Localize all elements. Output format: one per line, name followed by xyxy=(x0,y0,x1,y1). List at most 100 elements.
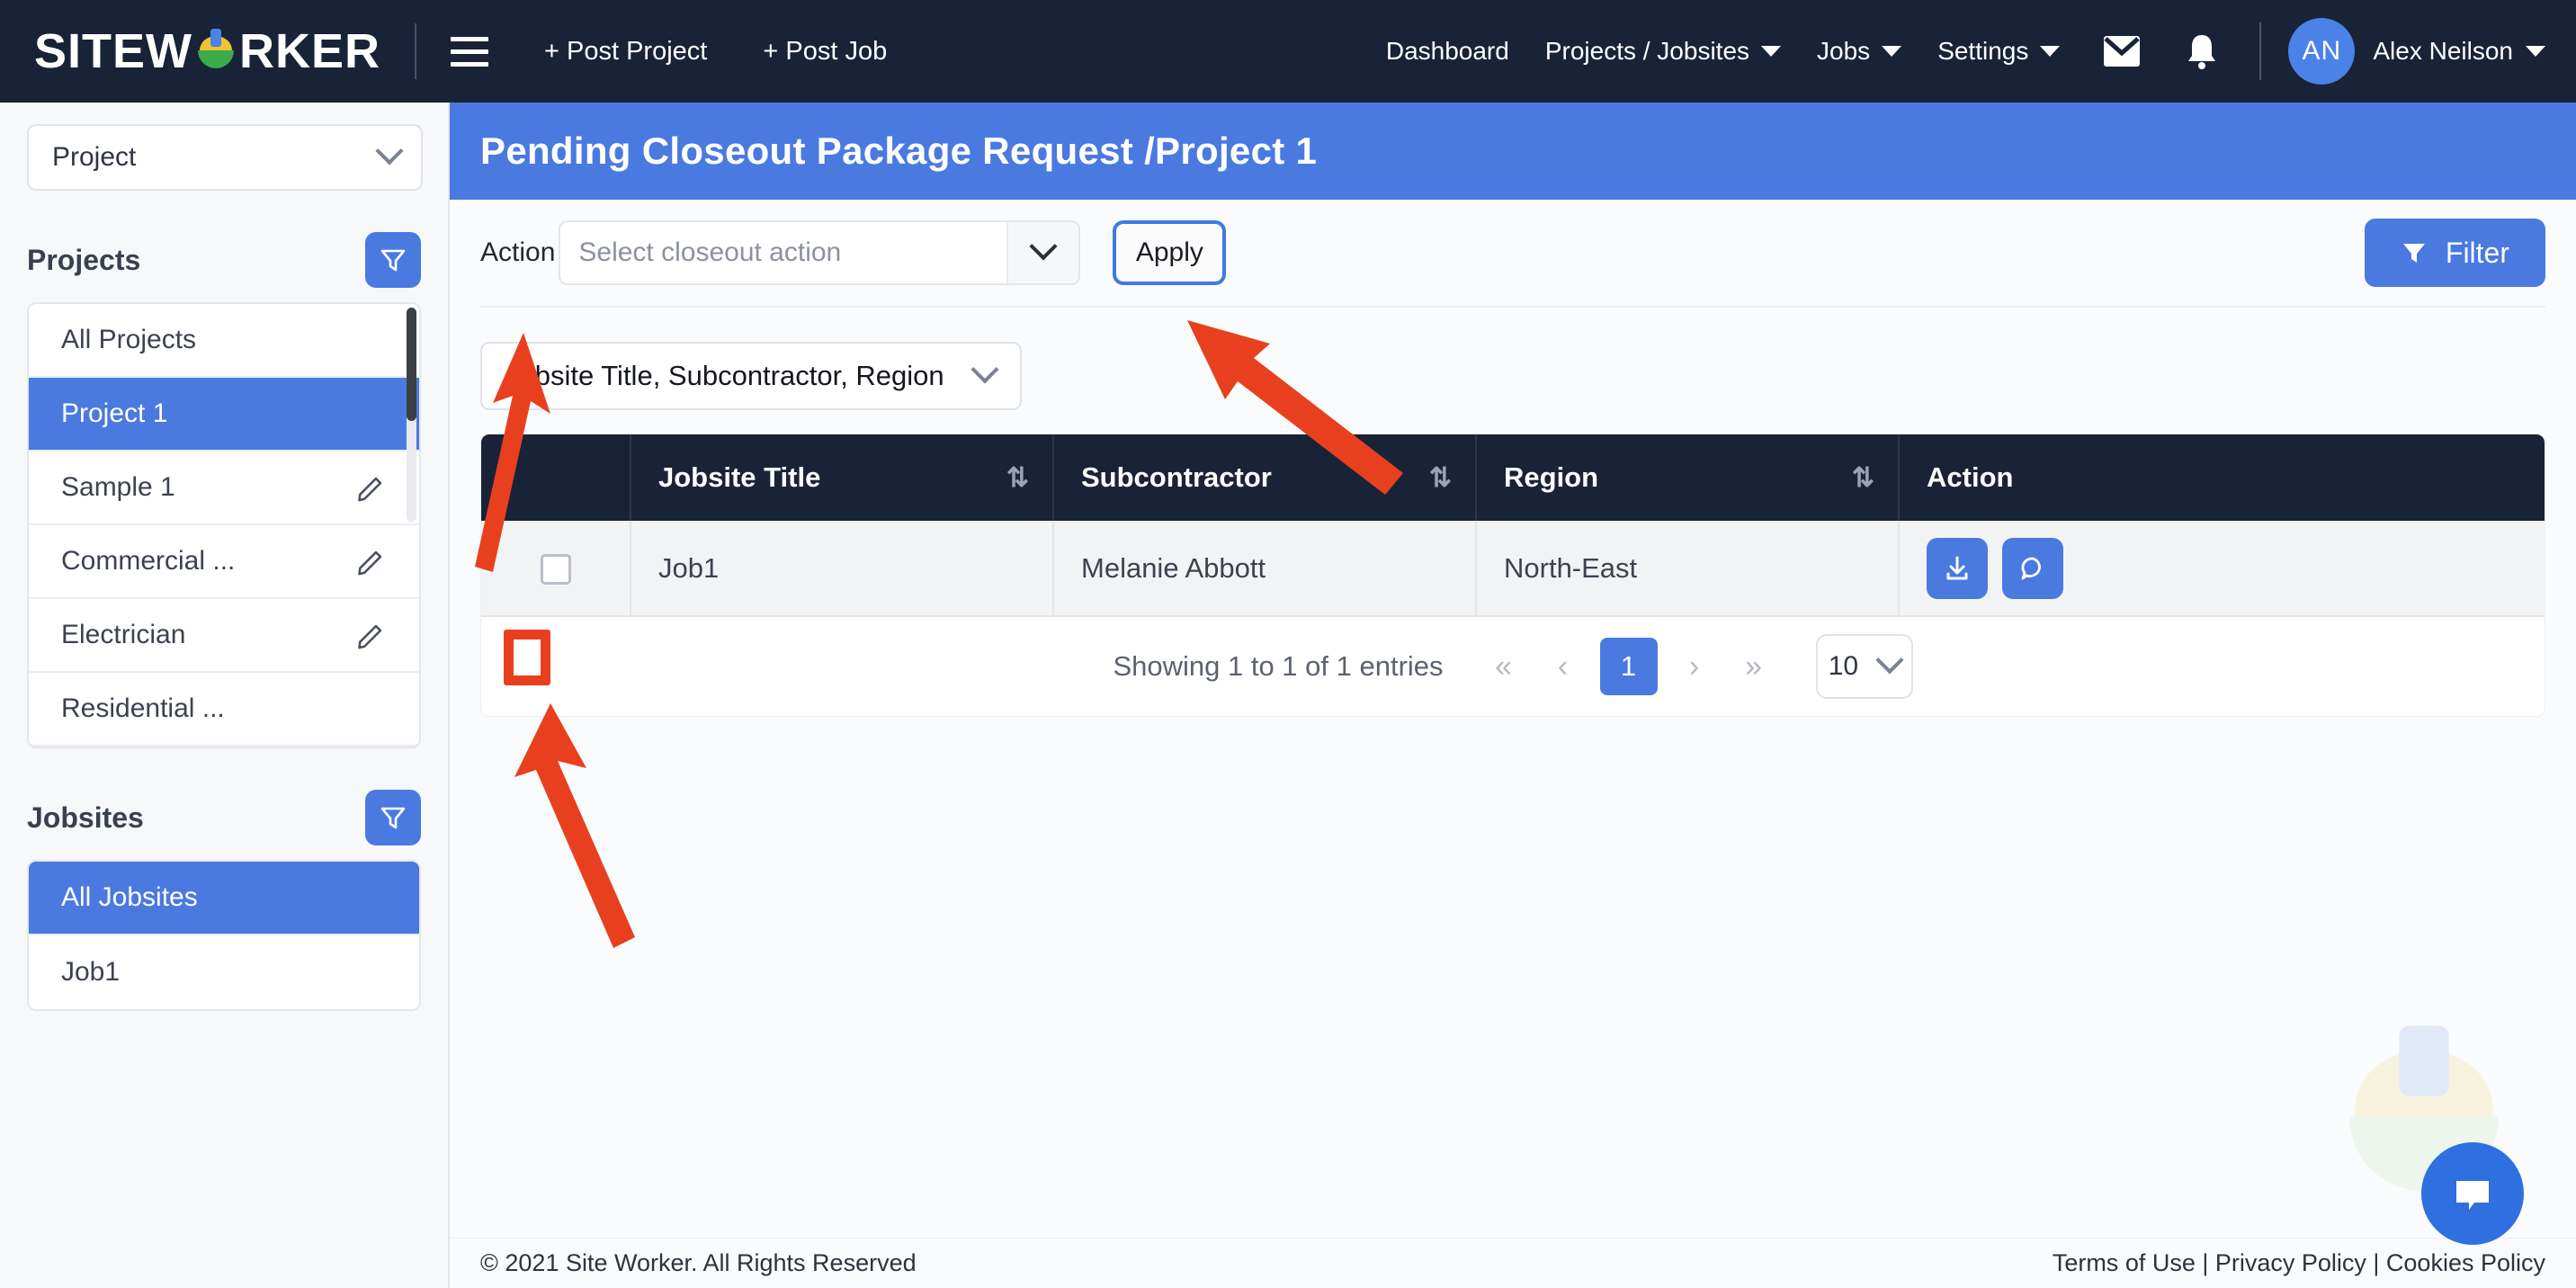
project-label: Commercial ... xyxy=(61,546,236,576)
chevron-down-icon xyxy=(375,137,404,165)
pagination-bar: Showing 1 to 1 of 1 entries « ‹ 1 › » 10 xyxy=(481,617,2545,716)
table-header-region[interactable]: Region ⇅ xyxy=(1476,434,1900,521)
download-button[interactable] xyxy=(1927,537,1988,599)
project-list-item[interactable]: Electrician xyxy=(29,599,419,673)
chevron-down-icon xyxy=(1006,222,1079,283)
apply-button[interactable]: Apply xyxy=(1113,220,1227,285)
projects-scrollbar-thumb[interactable] xyxy=(407,308,416,421)
hard-hat-icon xyxy=(192,27,239,76)
nav-item-settings[interactable]: Settings xyxy=(1937,37,2061,66)
hamburger-icon[interactable] xyxy=(451,36,489,67)
post-job-link[interactable]: + Post Job xyxy=(763,37,887,67)
avatar[interactable]: AN xyxy=(2288,18,2356,85)
download-icon xyxy=(1946,556,1968,579)
jobsites-filter-button[interactable] xyxy=(365,790,421,845)
projects-list: All Projects Project 1 Sample 1 Commerci… xyxy=(27,302,421,748)
edit-pencil-icon[interactable] xyxy=(356,620,387,650)
pagination-last[interactable]: » xyxy=(1726,649,1782,684)
cell-region: North-East xyxy=(1476,521,1900,617)
action-toolbar: Action Select closeout action Apply Filt… xyxy=(480,200,2545,308)
main-content: Pending Closeout Package Request /Projec… xyxy=(450,103,2576,1288)
page-footer: © 2021 Site Worker. All Rights Reserved … xyxy=(450,1238,2576,1288)
nav-item-dashboard[interactable]: Dashboard xyxy=(1386,37,1509,66)
sort-updown-icon[interactable]: ⇅ xyxy=(1006,462,1029,494)
jobsites-list: All Jobsites Job1 xyxy=(27,860,421,1011)
footer-copyright: © 2021 Site Worker. All Rights Reserved xyxy=(480,1249,917,1276)
filter-button-label: Filter xyxy=(2445,236,2509,269)
table-header-subcontractor[interactable]: Subcontractor ⇅ xyxy=(1053,434,1477,521)
footer-links[interactable]: Terms of Use | Privacy Policy | Cookies … xyxy=(2053,1249,2545,1277)
envelope-icon[interactable] xyxy=(2101,33,2142,69)
row-checkbox[interactable] xyxy=(540,553,571,585)
header-label: Region xyxy=(1504,461,1599,493)
chevron-down-icon xyxy=(1882,46,1902,57)
jobsites-section-header: Jobsites xyxy=(27,790,421,845)
page-title: Pending Closeout Package Request /Projec… xyxy=(480,130,1318,172)
nav-item-jobs[interactable]: Jobs xyxy=(1817,37,1902,66)
chevron-down-icon xyxy=(1761,46,1782,57)
columns-select[interactable]: Jobsite Title, Subcontractor, Region xyxy=(480,342,1022,410)
sort-updown-icon[interactable]: ⇅ xyxy=(1852,462,1874,494)
nav-separator xyxy=(2259,22,2262,80)
nav-right-group: Dashboard Projects / Jobsites Jobs Setti… xyxy=(1350,18,2576,85)
sort-updown-icon[interactable]: ⇅ xyxy=(1429,462,1452,494)
filter-icon xyxy=(380,249,406,272)
closeout-requests-table: Jobsite Title ⇅ Subcontractor ⇅ Region ⇅… xyxy=(480,434,2545,717)
project-list-item[interactable]: Sample 1 xyxy=(29,452,419,525)
pagination-prev[interactable]: ‹ xyxy=(1535,649,1591,684)
top-navigation-bar: SITEW RKER + Post Project + Post Job Das… xyxy=(0,0,2576,103)
cell-actions xyxy=(1899,521,2545,617)
project-list-item-selected[interactable]: Project 1 xyxy=(29,378,419,452)
bell-icon[interactable] xyxy=(2184,31,2220,71)
entity-type-value: Project xyxy=(52,142,137,172)
projects-filter-button[interactable] xyxy=(365,232,421,288)
cell-subcontractor: Melanie Abbott xyxy=(1053,521,1477,617)
nav-item-projects-jobsites[interactable]: Projects / Jobsites xyxy=(1545,37,1782,66)
nav-label-settings: Settings xyxy=(1937,37,2029,65)
filter-button[interactable]: Filter xyxy=(2364,219,2545,287)
action-label: Action xyxy=(480,237,556,267)
entity-type-select[interactable]: Project xyxy=(27,124,423,191)
user-menu[interactable]: Alex Neilson xyxy=(2373,37,2545,66)
jobsites-section-title: Jobsites xyxy=(27,801,144,834)
post-project-link[interactable]: + Post Project xyxy=(544,37,707,67)
columns-row: Jobsite Title, Subcontractor, Region xyxy=(480,308,2545,434)
chevron-down-icon xyxy=(970,355,999,384)
table-header-select xyxy=(481,434,631,521)
table-header-jobsite-title[interactable]: Jobsite Title ⇅ xyxy=(631,434,1054,521)
app-logo[interactable]: SITEW RKER xyxy=(34,23,380,79)
sidebar: Project Projects All Projects Project 1 … xyxy=(0,103,450,1288)
project-label: Sample 1 xyxy=(61,472,175,502)
header-label: Jobsite Title xyxy=(658,461,821,493)
jobsite-label: Job1 xyxy=(61,957,121,987)
project-label: All Projects xyxy=(61,325,197,354)
chevron-down-icon xyxy=(2040,46,2061,57)
cell-jobsite-title: Job1 xyxy=(631,521,1054,617)
closeout-action-placeholder: Select closeout action xyxy=(578,237,842,267)
pagination-first[interactable]: « xyxy=(1476,649,1532,684)
edit-pencil-icon[interactable] xyxy=(356,546,387,577)
jobsite-label: All Jobsites xyxy=(61,882,198,912)
filter-icon xyxy=(380,807,406,829)
project-label: Project 1 xyxy=(61,398,168,428)
columns-select-value: Jobsite Title, Subcontractor, Region xyxy=(505,360,944,391)
project-list-item[interactable]: All Projects xyxy=(29,304,419,378)
logo-text-right: RKER xyxy=(239,24,381,78)
comment-button[interactable] xyxy=(2002,537,2063,599)
chat-widget-button[interactable] xyxy=(2421,1142,2524,1245)
edit-pencil-icon[interactable] xyxy=(356,472,387,503)
project-list-item[interactable]: Residential ... xyxy=(29,673,419,747)
page-size-value: 10 xyxy=(1828,651,1859,681)
nav-label-dashboard: Dashboard xyxy=(1385,37,1509,65)
page-size-select[interactable]: 10 xyxy=(1815,634,1913,699)
jobsite-list-item[interactable]: Job1 xyxy=(29,935,419,1009)
projects-section-header: Projects xyxy=(27,232,421,288)
jobsite-list-item-selected[interactable]: All Jobsites xyxy=(29,862,419,935)
project-label: Residential ... xyxy=(61,693,225,723)
closeout-action-select[interactable]: Select closeout action xyxy=(559,220,1081,285)
header-label: Subcontractor xyxy=(1081,461,1272,493)
project-list-item[interactable]: Commercial ... xyxy=(29,525,419,599)
header-label: Action xyxy=(1927,461,2014,493)
pagination-page-1[interactable]: 1 xyxy=(1599,638,1658,695)
pagination-next[interactable]: › xyxy=(1667,649,1722,684)
